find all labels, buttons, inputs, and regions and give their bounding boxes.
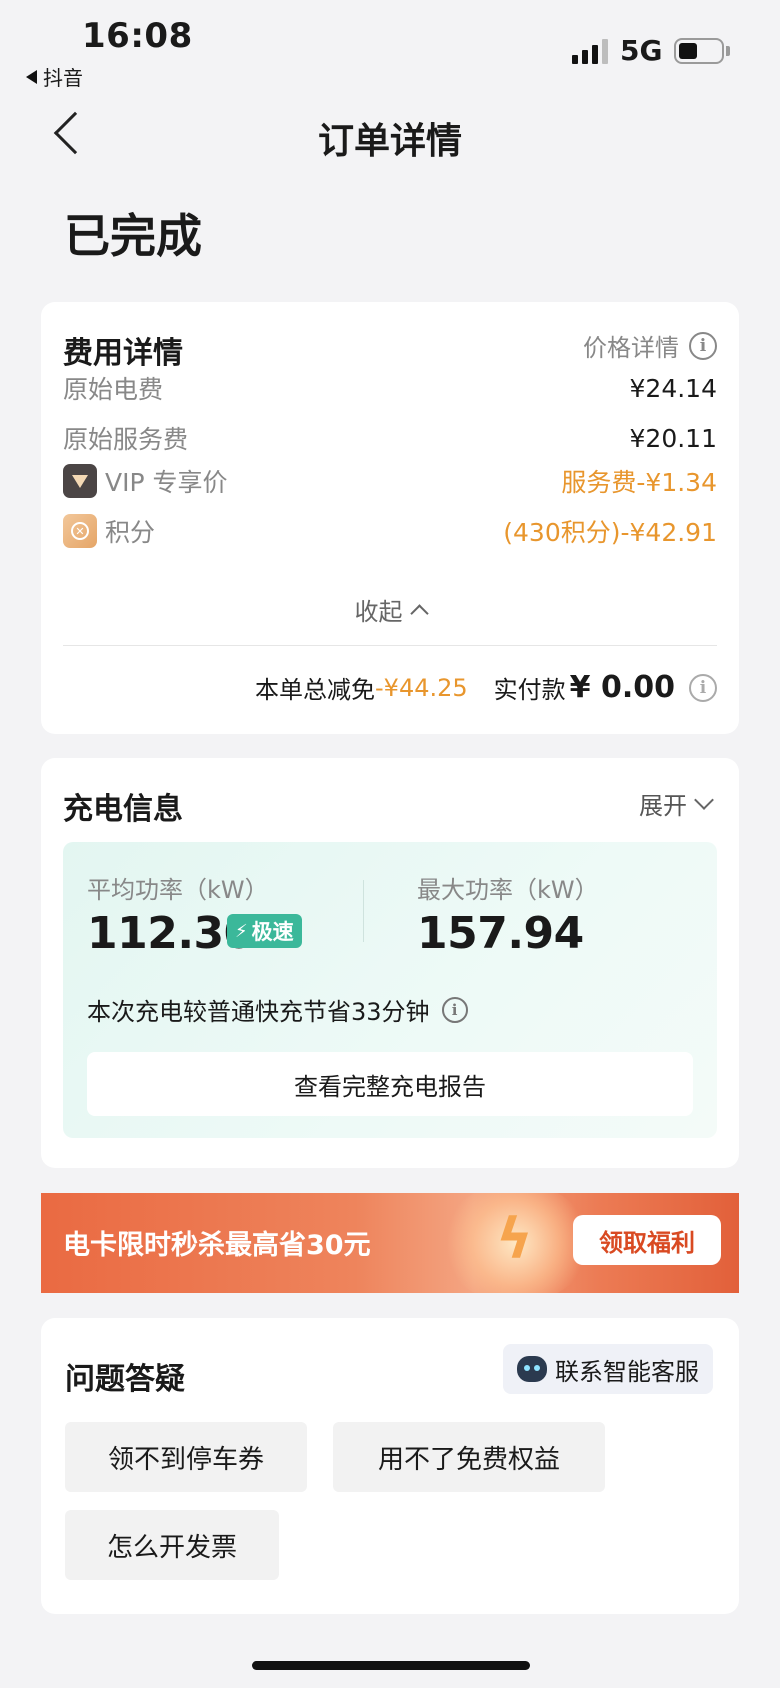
fee-value: ¥20.11 (629, 423, 717, 453)
info-icon[interactable]: i (689, 673, 717, 702)
points-coin-icon: ✕ (63, 514, 97, 548)
fee-detail-card: 费用详情 价格详情 i 原始电费 ¥24.14 原始服务费 ¥20.11 VIP… (41, 302, 739, 734)
chevron-up-icon (409, 603, 429, 623)
lightning-icon: ⚡ (235, 920, 248, 942)
page-title: 订单详情 (317, 121, 462, 162)
claim-benefit-button[interactable]: 领取福利 (573, 1215, 721, 1265)
price-detail-link[interactable]: 价格详情 i (583, 328, 717, 363)
faq-chip[interactable]: 怎么开发票 (65, 1510, 279, 1580)
collapse-button[interactable]: 收起 (41, 592, 739, 627)
contact-ai-service-button[interactable]: 联系智能客服 (503, 1344, 713, 1394)
faq-chip[interactable]: 领不到停车券 (65, 1422, 307, 1492)
info-icon: i (689, 331, 717, 360)
fast-badge-label: 极速 (251, 920, 294, 944)
total-discount-value: -¥44.25 (375, 673, 468, 702)
back-to-app-link[interactable]: 抖音 (26, 62, 83, 91)
fee-row: 原始电费 ¥24.14 (63, 370, 717, 406)
fee-row: 原始服务费 ¥20.11 (63, 420, 717, 456)
info-icon[interactable]: i (441, 996, 468, 1023)
expand-label: 展开 (639, 792, 687, 820)
faq-chip[interactable]: 用不了免费权益 (333, 1422, 605, 1492)
fee-row-vip: VIP 专享价 服务费-¥1.34 (63, 463, 717, 499)
max-power-label: 最大功率（kW） (417, 876, 599, 904)
divider (363, 880, 364, 942)
status-time: 16:08 (82, 16, 193, 56)
home-indicator[interactable] (252, 1661, 530, 1670)
order-status: 已完成 (64, 209, 202, 263)
fee-label: VIP 专享价 (105, 468, 228, 497)
fee-value: ¥24.14 (629, 373, 717, 403)
charging-info-card: 充电信息 展开 平均功率（kW） 112.30 ⚡ 极速 最大功率（kW） 15… (41, 758, 739, 1168)
service-button-label: 联系智能客服 (555, 1357, 699, 1386)
divider (63, 645, 717, 646)
charge-card-title: 充电信息 (63, 792, 183, 827)
faq-title: 问题答疑 (65, 1362, 185, 1397)
back-triangle-icon (26, 69, 37, 84)
fee-label: 原始服务费 (63, 425, 189, 454)
battery-tip (726, 46, 730, 56)
back-app-label: 抖音 (43, 66, 83, 90)
fee-row-points: ✕ 积分 (430积分)-¥42.91 (63, 513, 717, 549)
paid-label: 实付款 (493, 676, 566, 704)
fee-value: 服务费-¥1.34 (561, 468, 717, 497)
robot-icon (517, 1356, 547, 1382)
fast-charge-badge: ⚡ 极速 (227, 914, 302, 948)
time-saved-text: 本次充电较普通快充节省33分钟 (87, 998, 430, 1026)
total-discount-label: 本单总减免 (255, 676, 376, 704)
power-panel: 平均功率（kW） 112.30 ⚡ 极速 最大功率（kW） 157.94 本次充… (63, 842, 717, 1138)
total-row: 本单总减免 -¥44.25 实付款 ¥ 0.00 i (255, 670, 717, 705)
network-type: 5G (620, 34, 663, 67)
promo-banner[interactable]: 电卡限时秒杀最高省30元 ϟ 领取福利 (41, 1193, 739, 1293)
fee-label: 原始电费 (63, 375, 164, 404)
chevron-down-icon (694, 789, 714, 810)
avg-power-label: 平均功率（kW） (87, 876, 269, 904)
banner-text: 电卡限时秒杀最高省30元 (63, 1230, 371, 1261)
collapse-label: 收起 (354, 598, 403, 626)
paid-value: ¥ 0.00 (569, 670, 675, 705)
lightning-icon: ϟ (496, 1207, 533, 1272)
fee-label: 积分 (105, 518, 156, 547)
price-detail-label: 价格详情 (583, 334, 679, 362)
vip-diamond-icon (63, 464, 97, 498)
faq-card: 问题答疑 联系智能客服 领不到停车券 用不了免费权益 怎么开发票 (41, 1318, 739, 1614)
fee-value: (430积分)-¥42.91 (503, 518, 717, 547)
expand-button[interactable]: 展开 (639, 786, 714, 821)
battery-icon (674, 38, 724, 64)
fee-card-title: 费用详情 (63, 336, 183, 371)
max-power-value: 157.94 (417, 908, 584, 959)
view-report-button[interactable]: 查看完整充电报告 (87, 1052, 693, 1116)
time-saved-note: 本次充电较普通快充节省33分钟 i (87, 992, 468, 1027)
cellular-signal-icon (572, 38, 610, 64)
